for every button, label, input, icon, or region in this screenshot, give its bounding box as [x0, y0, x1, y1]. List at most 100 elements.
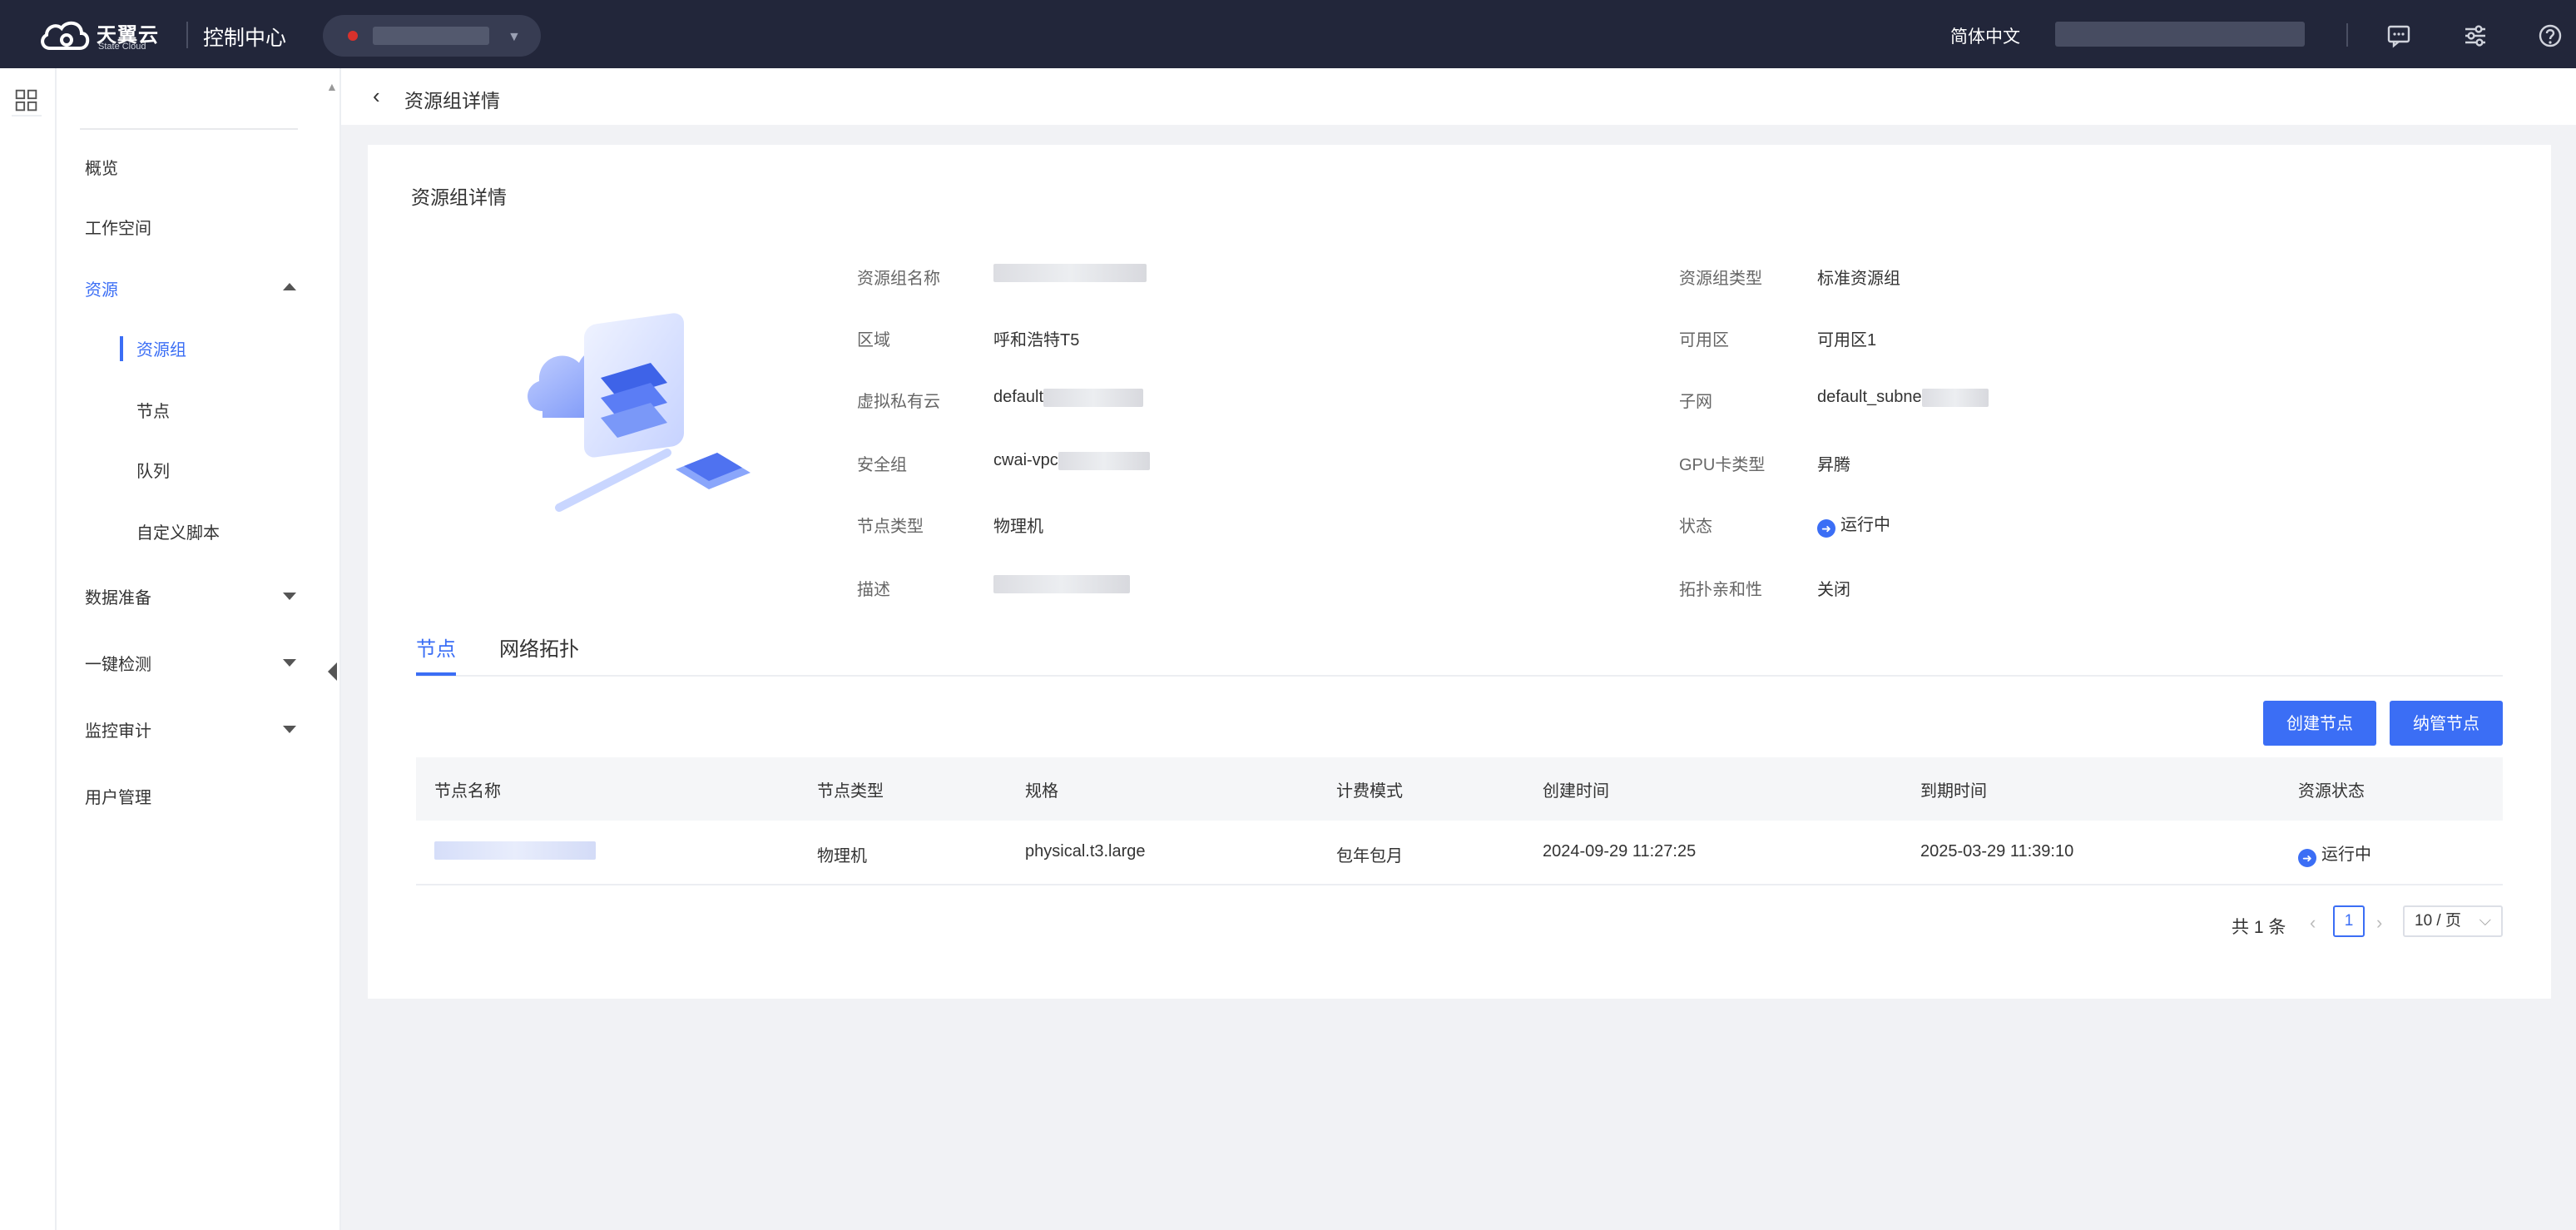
tab-network-topology[interactable]: 网络拓扑 — [499, 632, 579, 662]
region-selector[interactable]: ▼ — [323, 15, 541, 57]
message-icon[interactable] — [2386, 23, 2411, 48]
redacted-value — [434, 841, 596, 860]
field-label-vpc: 虚拟私有云 — [857, 393, 940, 411]
top-navigation-bar: 天翼云 State Cloud 控制中心 ▼ 简体中文 — [0, 0, 2576, 68]
active-indicator — [120, 336, 123, 361]
sidebar-item-queues[interactable]: 队列 — [136, 458, 170, 482]
column-header: 节点类型 — [817, 782, 884, 801]
cell-created-time: 2024-09-29 11:27:25 — [1543, 842, 1697, 861]
status-text: 运行中 — [2321, 846, 2371, 864]
field-label-availability-zone: 可用区 — [1679, 331, 1729, 350]
column-header: 创建时间 — [1543, 782, 1609, 801]
table-header: 节点名称 节点类型 规格 计费模式 创建时间 到期时间 资源状态 — [416, 757, 2503, 821]
running-status-icon: ➜ — [2298, 849, 2316, 867]
field-value-description — [993, 574, 1130, 593]
active-tab-indicator — [416, 672, 456, 676]
subnet-name-text: default_subne — [1817, 388, 1922, 406]
page-size-select[interactable]: 10 / 页 ⌵ — [2403, 905, 2503, 937]
sidebar-item-nodes[interactable]: 节点 — [136, 398, 170, 422]
field-value-group-type: 标准资源组 — [1817, 270, 1900, 288]
sidebar-item-resources[interactable]: 资源 — [85, 276, 118, 300]
cell-expire-time: 2025-03-29 11:39:10 — [1920, 842, 2074, 861]
sidebar-item-overview[interactable]: 概览 — [85, 155, 118, 179]
field-value-group-name — [993, 263, 1147, 282]
grid-menu-icon[interactable] — [12, 87, 42, 117]
field-label-description: 描述 — [857, 581, 890, 599]
sidebar-item-one-click-check[interactable]: 一键检测 — [85, 651, 151, 675]
redacted-value — [993, 574, 1130, 593]
chevron-up-icon[interactable] — [283, 283, 296, 290]
sidebar-item-workspace[interactable]: 工作空间 — [85, 215, 151, 239]
sidebar-divider — [80, 128, 298, 130]
table-row: 物理机 physical.t3.large 包年包月 2024-09-29 11… — [416, 821, 2503, 885]
chevron-down-icon[interactable] — [283, 593, 296, 600]
field-label-group-name: 资源组名称 — [857, 270, 940, 288]
console-title[interactable]: 控制中心 — [203, 22, 286, 52]
region-name-redacted — [373, 27, 489, 45]
create-node-button[interactable]: 创建节点 — [2263, 701, 2376, 746]
column-header: 节点名称 — [434, 782, 501, 801]
scroll-up-icon[interactable]: ▲ — [326, 80, 338, 93]
settings-sliders-icon[interactable] — [2463, 23, 2488, 48]
pagination-page-1[interactable]: 1 — [2333, 905, 2365, 937]
field-label-subnet: 子网 — [1679, 393, 1712, 411]
page-size-value: 10 / 页 — [2415, 912, 2461, 930]
chevron-down-icon: ▼ — [508, 30, 521, 44]
redacted-value — [993, 263, 1147, 282]
sidebar-item-custom-scripts[interactable]: 自定义脚本 — [136, 519, 220, 543]
sidebar-item-resource-group[interactable]: 资源组 — [136, 336, 186, 360]
collapse-sidebar-icon[interactable] — [328, 662, 337, 681]
pagination-total: 共 1 条 — [2232, 918, 2286, 937]
field-value-subnet: default_subne — [1817, 388, 1989, 407]
cloud-logo-icon — [41, 21, 90, 50]
tabs-divider — [416, 675, 2503, 677]
tab-nodes[interactable]: 节点 — [416, 632, 456, 662]
help-icon[interactable] — [2538, 23, 2563, 48]
column-header: 计费模式 — [1336, 782, 1403, 801]
node-name-link[interactable] — [434, 841, 596, 860]
page-title: 资源组详情 — [404, 90, 500, 112]
cell-resource-status: ➜ 运行中 — [2298, 841, 2371, 867]
field-value-status: ➜ 运行中 — [1817, 511, 1890, 538]
sidebar-navigation: ▲ 概览 工作空间 资源 资源组 节点 队列 自定义脚本 数据准备 一键检测 监… — [57, 68, 341, 1230]
chevron-right-icon[interactable]: › — [2376, 912, 2382, 934]
running-status-icon: ➜ — [1817, 519, 1835, 538]
status-text: 运行中 — [1840, 516, 1890, 534]
column-header: 规格 — [1025, 782, 1058, 801]
cell-billing-mode: 包年包月 — [1336, 847, 1403, 865]
brand-subtitle: State Cloud — [98, 42, 146, 52]
field-label-status: 状态 — [1679, 518, 1712, 536]
brand-logo[interactable]: 天翼云 State Cloud — [38, 17, 171, 53]
field-label-gpu-type: GPU卡类型 — [1679, 456, 1766, 474]
field-value-vpc: default — [993, 388, 1144, 407]
sidebar-item-data-prep[interactable]: 数据准备 — [85, 584, 151, 608]
field-label-region: 区域 — [857, 331, 890, 350]
field-value-node-type: 物理机 — [993, 518, 1043, 536]
field-value-region: 呼和浩特T5 — [993, 331, 1080, 350]
icon-rail — [0, 68, 57, 1230]
column-header: 到期时间 — [1920, 782, 1987, 801]
column-header: 资源状态 — [2298, 782, 2365, 801]
chevron-down-icon[interactable] — [283, 659, 296, 667]
cell-spec: physical.t3.large — [1025, 842, 1146, 861]
redacted-value — [1921, 388, 1989, 407]
sidebar-item-monitoring-audit[interactable]: 监控审计 — [85, 717, 151, 741]
sidebar-item-user-management[interactable]: 用户管理 — [85, 784, 151, 808]
chevron-down-icon[interactable] — [283, 726, 296, 733]
account-info-redacted[interactable] — [2055, 22, 2305, 47]
cell-node-type: 物理机 — [817, 847, 867, 865]
region-marker-icon — [348, 31, 358, 41]
field-label-node-type: 节点类型 — [857, 518, 924, 536]
chevron-left-icon[interactable]: ‹ — [2310, 912, 2316, 934]
field-value-topology-affinity: 关闭 — [1817, 581, 1850, 599]
vpc-name-text: default — [993, 388, 1044, 406]
topbar-divider — [186, 22, 188, 48]
field-label-security-group: 安全组 — [857, 456, 907, 474]
chevron-down-icon: ⌵ — [2479, 912, 2491, 930]
page-header: ‹ 资源组详情 — [341, 68, 2576, 125]
field-value-security-group: cwai-vpc — [993, 451, 1150, 470]
language-switch[interactable]: 简体中文 — [1950, 23, 2020, 48]
chevron-left-icon[interactable]: ‹ — [373, 83, 380, 109]
resource-group-detail-card: 资源组详情 资源组名称 区域 呼和浩特T5 虚拟私有云 default 安全组 … — [368, 145, 2551, 999]
manage-node-button[interactable]: 纳管节点 — [2390, 701, 2503, 746]
